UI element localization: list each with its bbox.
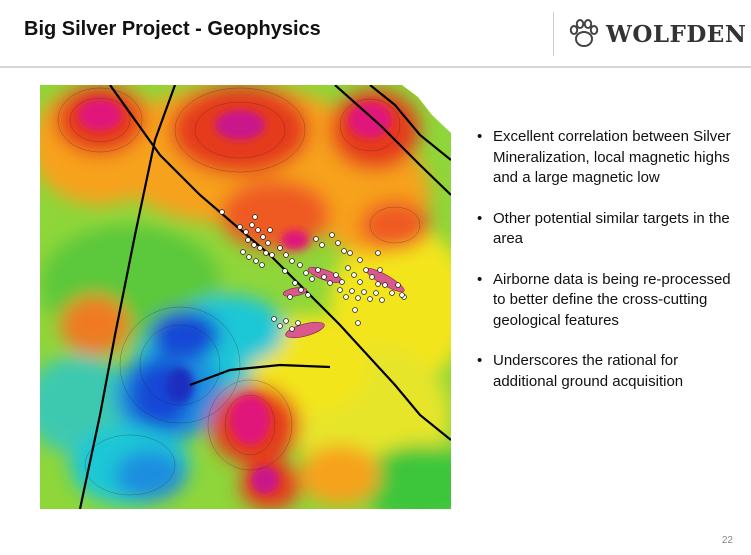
bullet-marker: • bbox=[477, 128, 483, 145]
bullet-text: Excellent correlation between Silver Min… bbox=[493, 128, 731, 186]
bullet-marker: • bbox=[477, 209, 483, 227]
logo-text: WOLFDEN bbox=[606, 21, 747, 48]
bullet-item: • Excellent correlation between Silver Mi… bbox=[474, 127, 736, 189]
wolfden-logo: WOLFDEN bbox=[553, 12, 751, 56]
bullet-item: • Underscores the rational for additional… bbox=[474, 351, 736, 392]
header-divider bbox=[0, 66, 751, 68]
bullet-marker: • bbox=[477, 270, 483, 288]
page-number: 22 bbox=[721, 535, 733, 546]
bullet-item: • Airborne data is being re-processed to … bbox=[474, 270, 736, 332]
bullet-item: • Other potential similar targets in the … bbox=[474, 209, 736, 250]
bullet-marker: • bbox=[477, 352, 483, 369]
bullet-text: Airborne data is being re-processed to b… bbox=[493, 270, 731, 329]
magnetic-survey-map bbox=[40, 85, 451, 509]
bullet-text: Other potential similar targets in the a… bbox=[493, 209, 730, 248]
paw-print-icon bbox=[569, 19, 599, 47]
bullet-text: Underscores the rational for additional … bbox=[493, 352, 684, 390]
slide-title: Big Silver Project - Geophysics bbox=[24, 18, 321, 40]
bullet-list: • Excellent correlation between Silver Mi… bbox=[474, 127, 736, 412]
